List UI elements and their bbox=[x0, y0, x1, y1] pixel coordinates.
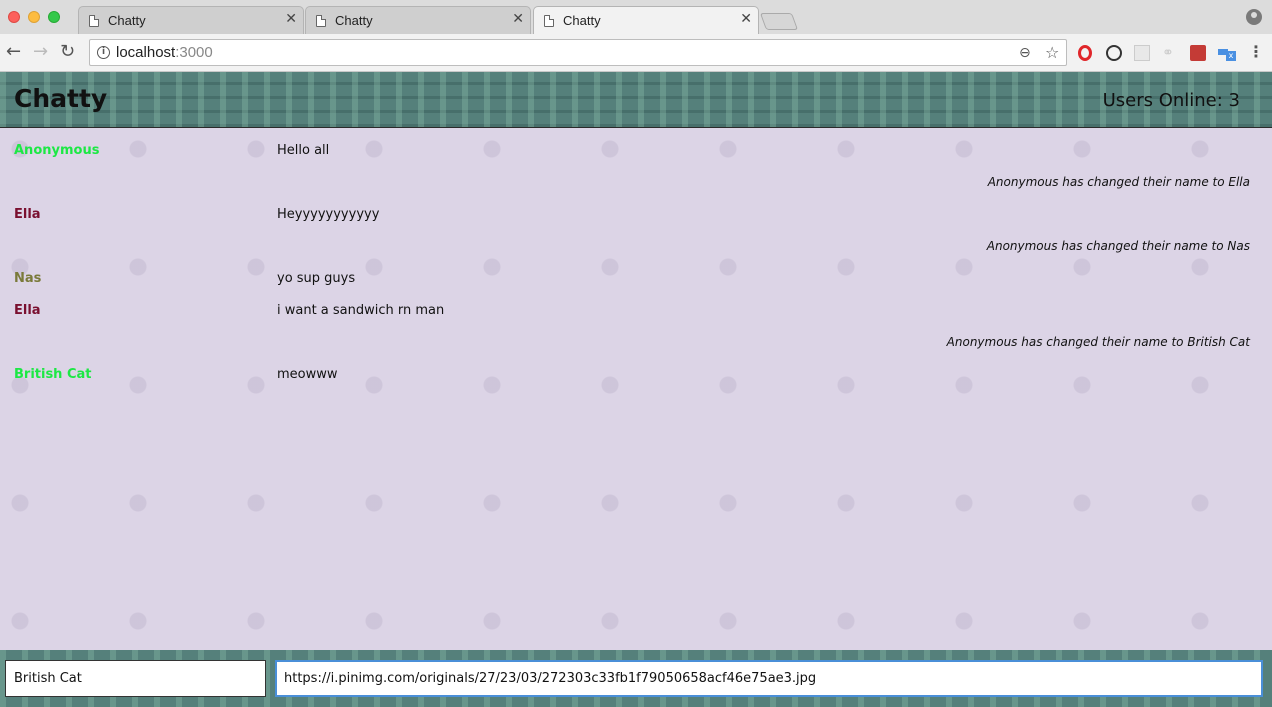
minimize-window-icon[interactable] bbox=[28, 11, 40, 23]
extension-icon[interactable] bbox=[1134, 45, 1150, 61]
page-icon bbox=[316, 15, 326, 27]
new-tab-button[interactable] bbox=[759, 13, 799, 30]
message-content: meowww bbox=[277, 367, 338, 382]
browser-tab-2[interactable]: Chatty ✕ bbox=[305, 6, 531, 34]
notification-row: Anonymous has changed their name to Ella bbox=[0, 175, 1272, 197]
close-tab-icon[interactable]: ✕ bbox=[740, 11, 752, 27]
message-content: i want a sandwich rn man bbox=[277, 303, 445, 318]
users-online-count: Users Online: 3 bbox=[1102, 90, 1240, 111]
close-tab-icon[interactable]: ✕ bbox=[285, 11, 297, 27]
tab-title: Chatty bbox=[335, 13, 373, 28]
message-input[interactable] bbox=[275, 660, 1263, 697]
reload-icon[interactable]: ↻ bbox=[60, 43, 75, 61]
forward-arrow-icon[interactable]: → bbox=[33, 43, 48, 61]
message-content: yo sup guys bbox=[277, 271, 356, 286]
tab-title: Chatty bbox=[563, 13, 601, 28]
notification-row: Anonymous has changed their name to Brit… bbox=[0, 335, 1272, 357]
bookmark-star-icon[interactable]: ☆ bbox=[1045, 43, 1059, 62]
app-navbar: Chatty Users Online: 3 bbox=[0, 72, 1272, 128]
opera-extension-icon[interactable] bbox=[1078, 45, 1092, 61]
message-username: British Cat bbox=[14, 367, 92, 382]
notification-text: Anonymous has changed their name to Brit… bbox=[946, 335, 1250, 349]
message-content: Hello all bbox=[277, 143, 330, 158]
close-tab-icon[interactable]: ✕ bbox=[512, 11, 524, 27]
extension-icon[interactable] bbox=[1190, 45, 1206, 61]
notification-text: Anonymous has changed their name to Ella bbox=[987, 175, 1250, 189]
chat-compose-bar bbox=[0, 650, 1272, 707]
message-username: Ella bbox=[14, 207, 41, 222]
username-input[interactable] bbox=[5, 660, 266, 697]
message-username: Anonymous bbox=[14, 143, 100, 158]
extension-icon[interactable] bbox=[1106, 45, 1122, 61]
browser-tab-1[interactable]: Chatty ✕ bbox=[78, 6, 304, 34]
browser-tab-3-active[interactable]: Chatty ✕ bbox=[533, 6, 759, 35]
profile-icon[interactable] bbox=[1246, 9, 1262, 25]
notification-text: Anonymous has changed their name to Nas bbox=[986, 239, 1250, 253]
more-menu-icon[interactable]: ⋮ bbox=[1248, 42, 1264, 61]
close-window-icon[interactable] bbox=[8, 11, 20, 23]
message-username: Nas bbox=[14, 271, 42, 286]
tab-title: Chatty bbox=[108, 13, 146, 28]
browser-toolbar: ← → ↻ i localhost:3000 ⊖ ☆ ⚭ ⋮ bbox=[0, 34, 1272, 72]
maximize-window-icon[interactable] bbox=[48, 11, 60, 23]
app-title: Chatty bbox=[14, 84, 108, 113]
page-icon bbox=[89, 15, 99, 27]
url-text: localhost:3000 bbox=[116, 44, 213, 61]
info-icon[interactable]: i bbox=[97, 46, 110, 59]
message-list: Anonymous Hello all Anonymous has change… bbox=[0, 129, 1272, 650]
message-row: Nas yo sup guys bbox=[0, 271, 1272, 293]
message-username: Ella bbox=[14, 303, 41, 318]
translate-extension-icon[interactable] bbox=[1218, 45, 1236, 61]
extension-icon[interactable]: ⚭ bbox=[1162, 45, 1178, 61]
zoom-icon[interactable]: ⊖ bbox=[1019, 45, 1031, 61]
message-row: British Cat meowww bbox=[0, 367, 1272, 389]
notification-row: Anonymous has changed their name to Nas bbox=[0, 239, 1272, 261]
address-bar[interactable]: i localhost:3000 ⊖ ☆ bbox=[89, 39, 1067, 66]
back-arrow-icon[interactable]: ← bbox=[6, 43, 21, 61]
message-content: Heyyyyyyyyyyy bbox=[277, 207, 380, 222]
message-row: Ella Heyyyyyyyyyyy bbox=[0, 207, 1272, 229]
page-icon bbox=[544, 15, 554, 27]
message-row: Ella i want a sandwich rn man bbox=[0, 303, 1272, 325]
browser-tab-strip: Chatty ✕ Chatty ✕ Chatty ✕ bbox=[0, 0, 1272, 35]
message-row: Anonymous Hello all bbox=[0, 143, 1272, 165]
